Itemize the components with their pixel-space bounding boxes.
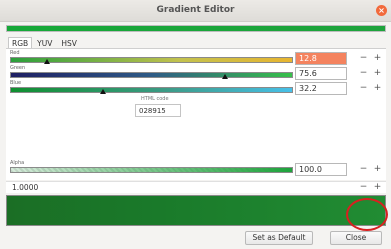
blue-decrement-button[interactable]: − [357,82,370,95]
stop-position-row: 1.0000 − + [6,181,386,193]
alpha-value-field[interactable]: 100.0 [295,163,347,176]
green-decrement-button[interactable]: − [357,67,370,80]
red-decrement-button[interactable]: − [357,52,370,65]
alpha-decrement-button[interactable]: − [357,163,370,176]
red-label: Red [10,50,20,56]
position-increment-button[interactable]: + [371,181,384,194]
green-label: Green [10,65,26,71]
gradient-bar[interactable] [6,195,386,226]
green-value-field[interactable]: 75.6 [295,67,347,80]
set-as-default-button[interactable]: Set as Default [245,231,313,245]
gradient-preview-strip [6,25,386,32]
red-slider-handle[interactable] [44,59,50,64]
stop-position-value[interactable]: 1.0000 [12,183,38,192]
html-code-label: HTML code [141,96,169,102]
position-decrement-button[interactable]: − [357,181,370,194]
blue-label: Blue [10,80,22,86]
red-slider-track[interactable] [10,57,293,64]
title-bar: Gradient Editor × [0,0,391,22]
red-value-field[interactable]: 12.8 [295,52,347,65]
green-slider-track[interactable] [10,72,293,79]
alpha-increment-button[interactable]: + [371,163,384,176]
annotation-circle [346,198,388,231]
close-button[interactable]: Close [330,231,382,245]
blue-increment-button[interactable]: + [371,82,384,95]
rgb-panel: Red 12.8 − + Green 75.6 − + Blue 32.2 − … [6,49,386,169]
green-slider-handle[interactable] [222,74,228,79]
alpha-label: Alpha [10,160,25,166]
close-window-icon[interactable]: × [376,5,387,16]
green-increment-button[interactable]: + [371,67,384,80]
blue-slider-handle[interactable] [100,89,106,94]
alpha-row: Alpha 100.0 − + [6,158,386,180]
blue-slider-track[interactable] [10,87,293,94]
red-increment-button[interactable]: + [371,52,384,65]
alpha-slider-track[interactable] [10,167,293,173]
window-title: Gradient Editor [156,5,235,15]
blue-value-field[interactable]: 32.2 [295,82,347,95]
html-code-field[interactable]: 028915 [135,104,181,117]
